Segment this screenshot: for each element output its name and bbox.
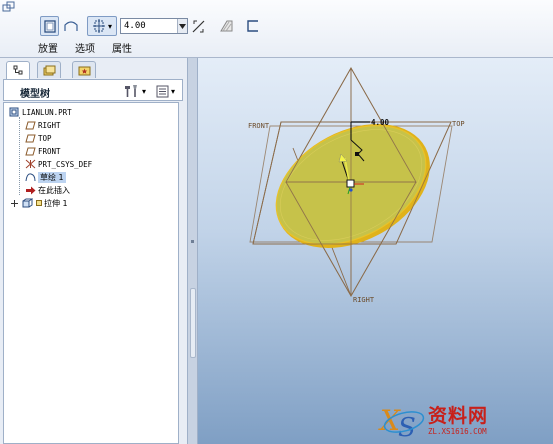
tab-model-tree[interactable] xyxy=(6,61,30,79)
graphics-window[interactable]: FRONT TOP RIGHT 4.00 X S 资料网 ZL.XS1616.C… xyxy=(198,58,553,444)
favorites-folder-icon xyxy=(78,66,90,75)
tree-item-front[interactable]: FRONT xyxy=(24,145,61,157)
tree-item-label: 在此插入 xyxy=(38,185,70,195)
extrude-surface-button[interactable] xyxy=(62,16,80,36)
tree-settings-button[interactable]: ▾ xyxy=(124,83,150,99)
navigator-splitter[interactable] xyxy=(188,58,198,444)
tab-options[interactable]: 选项 xyxy=(75,40,95,55)
depth-dimension-value[interactable]: 4.00 xyxy=(371,118,390,127)
splitter-scroll-handle[interactable] xyxy=(190,288,196,358)
extrude-solid-button[interactable] xyxy=(40,16,59,36)
tab-folder-browser[interactable] xyxy=(37,61,61,78)
chevron-down-icon: ▾ xyxy=(142,86,147,96)
datum-plane-icon xyxy=(24,146,36,156)
site-watermark: X S 资料网 ZL.XS1616.COM xyxy=(376,398,551,442)
xs-logo-icon: X S xyxy=(378,404,425,440)
sketch-icon xyxy=(24,172,36,182)
app-window: ▾ 4.00 放置 选项 属性 模型树 ▾ ▾ LIANLUN.PRT RIGH… xyxy=(0,0,553,444)
settings-tools-icon xyxy=(125,85,137,97)
svg-text:S: S xyxy=(398,413,416,440)
flip-direction-button[interactable] xyxy=(190,16,206,36)
splitter-grip xyxy=(191,240,194,243)
tree-item-label: LIANLUN.PRT xyxy=(22,107,72,117)
model-tree: LIANLUN.PRT RIGHT TOP FRONT PRT_CSYS_DEF… xyxy=(3,102,179,444)
depth-value-combo[interactable]: 4.00 xyxy=(120,18,188,34)
model-tree-icon xyxy=(13,65,22,75)
regenerate-flag-icon xyxy=(35,198,42,208)
csys-icon xyxy=(24,159,36,169)
tree-guide-line xyxy=(19,117,20,195)
tree-item-label: 草绘 1 xyxy=(38,171,66,183)
navigator-panel: 模型树 ▾ ▾ LIANLUN.PRT RIGHT TOP FRONT PRT_… xyxy=(0,58,188,444)
tree-item-label: RIGHT xyxy=(38,120,61,130)
model-tree-header: 模型树 ▾ ▾ xyxy=(3,79,183,101)
expand-plus-icon[interactable] xyxy=(10,198,19,208)
tree-item-sketch[interactable]: 草绘 1 xyxy=(24,171,66,183)
top-datum-label: TOP xyxy=(452,120,465,128)
tree-item-part[interactable]: LIANLUN.PRT xyxy=(8,106,72,118)
model-tree-title: 模型树 xyxy=(20,89,50,100)
folder-icon xyxy=(43,65,55,75)
part-icon xyxy=(8,107,20,117)
watermark-url: ZL.XS1616.COM xyxy=(428,427,487,436)
tree-item-label: 拉伸 1 xyxy=(44,198,68,208)
tree-item-top[interactable]: TOP xyxy=(24,132,52,144)
blind-depth-icon xyxy=(92,19,105,33)
watermark-name: 资料网 xyxy=(428,405,489,427)
depth-value-field[interactable]: 4.00 xyxy=(121,21,177,31)
front-datum-label: FRONT xyxy=(248,122,270,130)
tree-item-extrude[interactable]: 拉伸 1 xyxy=(10,197,68,209)
flip-direction-icon xyxy=(192,20,204,32)
tab-placement[interactable]: 放置 xyxy=(38,40,58,55)
chevron-down-icon[interactable] xyxy=(177,19,187,33)
tab-favorites[interactable] xyxy=(72,61,96,78)
depth-option-button[interactable]: ▾ xyxy=(87,16,117,36)
model-scene[interactable]: FRONT TOP RIGHT 4.00 xyxy=(198,58,553,444)
tree-show-button[interactable]: ▾ xyxy=(156,83,182,99)
extrude-icon xyxy=(21,198,33,208)
insert-here-arrow-icon xyxy=(24,185,36,195)
thicken-icon xyxy=(247,20,258,32)
thicken-sketch-button[interactable] xyxy=(245,16,261,36)
chevron-down-icon: ▾ xyxy=(107,21,112,31)
tree-item-csys[interactable]: PRT_CSYS_DEF xyxy=(24,158,92,170)
tree-item-label: PRT_CSYS_DEF xyxy=(38,159,93,169)
solid-icon xyxy=(43,19,56,33)
tree-item-insert-here[interactable]: 在此插入 xyxy=(24,184,70,196)
chevron-down-icon: ▾ xyxy=(171,86,176,96)
tree-item-label: FRONT xyxy=(38,146,61,156)
show-list-icon xyxy=(156,85,169,97)
window-restore-icon[interactable] xyxy=(2,1,16,13)
tree-item-label: TOP xyxy=(38,133,52,143)
tree-item-right[interactable]: RIGHT xyxy=(24,119,61,131)
right-datum-label: RIGHT xyxy=(353,296,375,304)
datum-plane-icon xyxy=(24,133,36,143)
datum-plane-icon xyxy=(24,120,36,130)
surface-icon xyxy=(64,21,78,31)
tab-properties[interactable]: 属性 xyxy=(112,40,132,55)
extrude-dashboard: ▾ 4.00 放置 选项 属性 xyxy=(0,0,553,58)
remove-material-icon xyxy=(219,20,232,32)
remove-material-button[interactable] xyxy=(217,16,235,36)
